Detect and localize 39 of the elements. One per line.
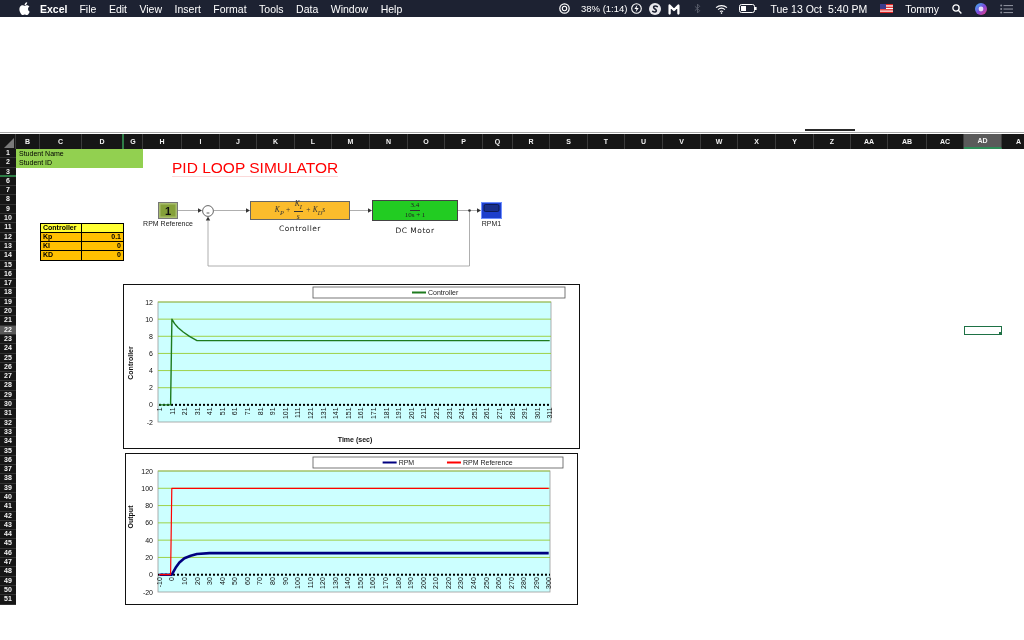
orb-icon[interactable] [975, 2, 987, 15]
legend-line-icon [446, 461, 461, 463]
sum-junction-icon [202, 204, 214, 217]
signal-arrow [457, 208, 481, 213]
legend-line-icon [411, 291, 426, 293]
sheet-title: PID LOOP SIMULATOR [172, 159, 339, 177]
clock-text[interactable]: 5:40 PM [828, 2, 868, 15]
menu-item[interactable]: Tools [259, 2, 284, 15]
battery-icon[interactable] [739, 4, 758, 13]
legend-line-icon [382, 461, 397, 463]
battery-status-text[interactable]: 38% (1:14) [581, 3, 628, 14]
user-name[interactable]: Tommy [905, 2, 939, 15]
menu-item[interactable]: Data [296, 2, 319, 15]
bolt-icon[interactable] [631, 3, 643, 14]
date-text[interactable]: Tue 13 Oct [770, 2, 823, 15]
search-icon[interactable] [952, 3, 962, 14]
wifi-icon[interactable] [715, 3, 729, 14]
list-icon[interactable] [1000, 3, 1013, 14]
app-menu[interactable]: Excel [40, 2, 68, 15]
menu-item[interactable]: View [139, 2, 163, 15]
selected-cell[interactable] [964, 325, 1002, 335]
apple-icon[interactable] [19, 1, 30, 15]
target-icon[interactable] [559, 3, 570, 14]
signal-arrow [177, 208, 202, 213]
menu-item[interactable]: Window [330, 2, 369, 15]
menu-item[interactable]: Edit [108, 2, 127, 15]
s-circle-icon[interactable] [649, 2, 662, 15]
signal-arrow [349, 208, 372, 213]
scope-block [481, 202, 502, 219]
constant-block: 1 [158, 202, 178, 219]
table-header-cell [82, 223, 124, 233]
scrollbar-thumb[interactable] [805, 129, 855, 131]
menu-item[interactable]: File [79, 2, 97, 15]
signal-arrow [213, 208, 250, 213]
menu-item[interactable]: Format [213, 2, 247, 15]
flag-icon[interactable] [880, 4, 894, 13]
menu-item[interactable]: Help [380, 2, 403, 15]
menu-item[interactable]: Insert [174, 2, 201, 15]
m-shape-icon[interactable] [668, 2, 681, 15]
